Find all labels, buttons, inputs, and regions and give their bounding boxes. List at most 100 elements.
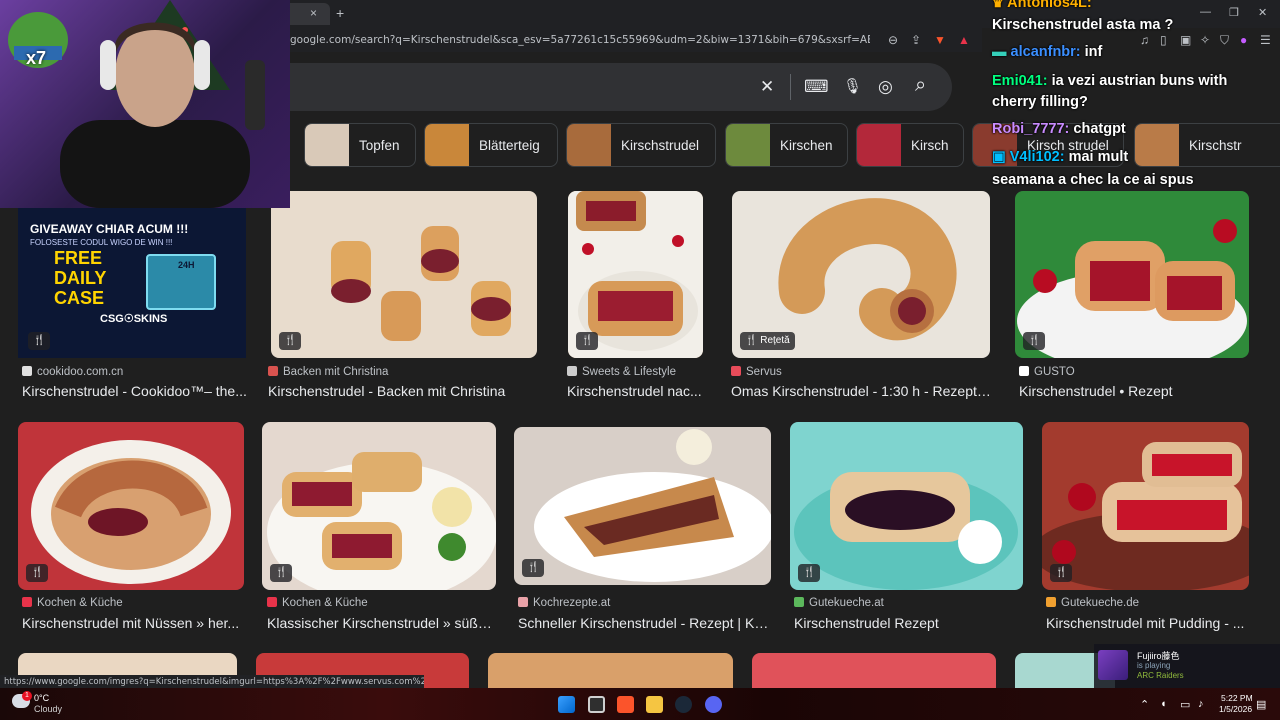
new-tab-button[interactable]: + (336, 5, 344, 21)
recipe-badge: 🍴 (1050, 564, 1073, 582)
result-image[interactable]: 🍴 (1042, 422, 1249, 590)
keyboard-icon[interactable]: ⌨ (804, 77, 829, 97)
favicon-icon (22, 366, 32, 376)
chip-thumbnail (1135, 124, 1179, 166)
weather-temp[interactable]: 0°C (34, 693, 49, 703)
zoom-icon[interactable]: ⊖ (888, 33, 898, 47)
chip-label: Blätterteig (479, 138, 540, 153)
clear-icon[interactable]: ✕ (760, 77, 774, 97)
chat-user: Emi041: (992, 73, 1048, 89)
result-title[interactable]: Kirschenstrudel mit Pudding - ... (1046, 615, 1249, 631)
notification-icon[interactable]: ▤ (1256, 698, 1266, 711)
source-label: Gutekueche.de (1061, 597, 1140, 609)
webcam-overlay: x7 (0, 0, 290, 208)
result-image[interactable]: 🍴 (18, 422, 244, 590)
vpn-icon[interactable]: ⛉ (1220, 33, 1229, 48)
speaker-icon[interactable]: ◖ (1160, 698, 1167, 710)
chip-blaetterteig[interactable]: Blätterteig (424, 123, 558, 167)
sidebar-icon[interactable]: ▯ (1160, 33, 1167, 47)
result-source[interactable]: Gutekueche.at (794, 597, 884, 609)
chip-kirsch[interactable]: Kirsch (856, 123, 964, 167)
recipe-badge: 🍴 (522, 559, 545, 577)
case-box-icon: 24H (146, 254, 216, 310)
menu-icon[interactable]: ☰ (1260, 33, 1271, 47)
lens-icon[interactable]: ◎ (878, 77, 893, 97)
start-icon[interactable] (558, 696, 575, 713)
result-image[interactable]: 🍴 (1015, 191, 1249, 358)
screen: × + — ❐ ✕ google.com/search?q=Kirschenst… (0, 0, 1280, 720)
source-label: GUSTO (1034, 366, 1075, 378)
tab-close-icon[interactable]: × (310, 6, 317, 20)
search-icon[interactable]: ⌕ (915, 74, 926, 97)
favicon-icon (268, 366, 278, 376)
result-source[interactable]: Servus (731, 366, 782, 378)
network-icon[interactable]: ▭ (1180, 698, 1190, 711)
discord-icon[interactable] (705, 696, 722, 713)
brave-shield-icon[interactable]: ▼ (934, 33, 946, 47)
volume-icon[interactable]: ♪ (1198, 698, 1204, 710)
ai-icon[interactable]: ● (1240, 33, 1247, 47)
result-source[interactable]: Gutekueche.de (1046, 597, 1139, 609)
result-title[interactable]: Schneller Kirschenstrudel - Rezept | Ko.… (518, 615, 771, 631)
chip-kirschen[interactable]: Kirschen (725, 123, 848, 167)
weather-desc[interactable]: Cloudy (34, 704, 62, 714)
tray-chevron-icon[interactable]: ⌃ (1140, 698, 1149, 711)
address-url[interactable]: google.com/search?q=Kirschenstrudel&sca_… (290, 34, 870, 46)
result-title[interactable]: Kirschenstrudel - Cookidoo™– the... (22, 383, 247, 399)
source-label: Servus (746, 366, 782, 378)
brave-rewards-icon[interactable]: ▲ (958, 33, 970, 47)
promo-daily: DAILY (54, 268, 107, 288)
clock-date[interactable]: 1/5/2026 (1219, 704, 1252, 714)
friend-notification[interactable]: Fujiiro藤色 is playing ARC Raiders (1094, 644, 1280, 688)
result-source[interactable]: cookidoo.com.cn (22, 366, 123, 378)
result-image[interactable]: 🍴 Rețetă (732, 191, 990, 358)
result-image[interactable]: 🍴 (568, 191, 703, 358)
recipe-badge: 🍴 (26, 564, 49, 582)
result-title[interactable]: Kirschenstrudel Rezept (794, 615, 1023, 631)
source-label: Kochrezepte.at (533, 597, 611, 609)
mic-icon[interactable]: 🎙 (843, 77, 862, 95)
result-title[interactable]: Kirschenstrudel nac... (567, 383, 707, 399)
strudel-dish-image (31, 440, 231, 584)
result-title[interactable]: Kirschenstrudel - Backen mit Christina (268, 383, 538, 399)
share-icon[interactable]: ⇪ (911, 33, 921, 47)
result-title[interactable]: Kirschenstrudel • Rezept (1019, 383, 1249, 399)
result-image[interactable]: 🍴 (790, 422, 1023, 590)
strudel-rolls-image (331, 226, 511, 341)
result-image[interactable] (488, 653, 733, 688)
chip-thumbnail (425, 124, 469, 166)
badge-icon: ▣ (992, 149, 1006, 165)
source-label: Kochen & Küche (37, 597, 123, 609)
clock-time[interactable]: 5:22 PM (1221, 693, 1253, 703)
file-explorer-icon[interactable] (646, 696, 663, 713)
maximize-button[interactable]: ❐ (1229, 6, 1239, 19)
steam-icon[interactable] (675, 696, 692, 713)
strudel-green-image (1017, 219, 1247, 358)
chip-kirschstr[interactable]: Kirschstr (1134, 123, 1280, 167)
task-view-icon[interactable] (588, 696, 605, 713)
result-title[interactable]: Omas Kirschenstrudel - 1:30 h - Rezept -… (731, 383, 993, 399)
music-icon[interactable]: ♫ (1140, 33, 1149, 47)
wallet-icon[interactable]: ▣ (1180, 33, 1191, 47)
chip-kirschstrudel[interactable]: Kirschstrudel (566, 123, 716, 167)
result-title[interactable]: Kirschenstrudel mit Nüssen » her... (22, 615, 244, 631)
minimize-button[interactable]: — (1200, 6, 1211, 18)
chat-user: Antonios4L: (1007, 0, 1092, 11)
result-source[interactable]: Backen mit Christina (268, 366, 388, 378)
result-image[interactable] (752, 653, 996, 688)
result-image[interactable]: 🍴 (262, 422, 496, 590)
result-source[interactable]: Kochrezepte.at (518, 597, 610, 609)
chip-label: Kirsch (911, 138, 949, 153)
chip-topfen[interactable]: Topfen (304, 123, 416, 167)
result-source[interactable]: GUSTO (1019, 366, 1075, 378)
result-title[interactable]: Klassischer Kirschenstrudel » süße... (267, 615, 496, 631)
extensions-icon[interactable]: ✧ (1200, 33, 1210, 47)
recipe-badge: 🍴 Rețetă (740, 332, 795, 350)
result-source[interactable]: Sweets & Lifestyle (567, 366, 676, 378)
result-image[interactable]: 🍴 (514, 427, 771, 585)
close-window-button[interactable]: ✕ (1258, 6, 1267, 19)
result-source[interactable]: Kochen & Küche (22, 597, 123, 609)
brave-browser-icon[interactable] (617, 696, 634, 713)
result-image[interactable]: 🍴 (271, 191, 537, 358)
result-source[interactable]: Kochen & Küche (267, 597, 368, 609)
